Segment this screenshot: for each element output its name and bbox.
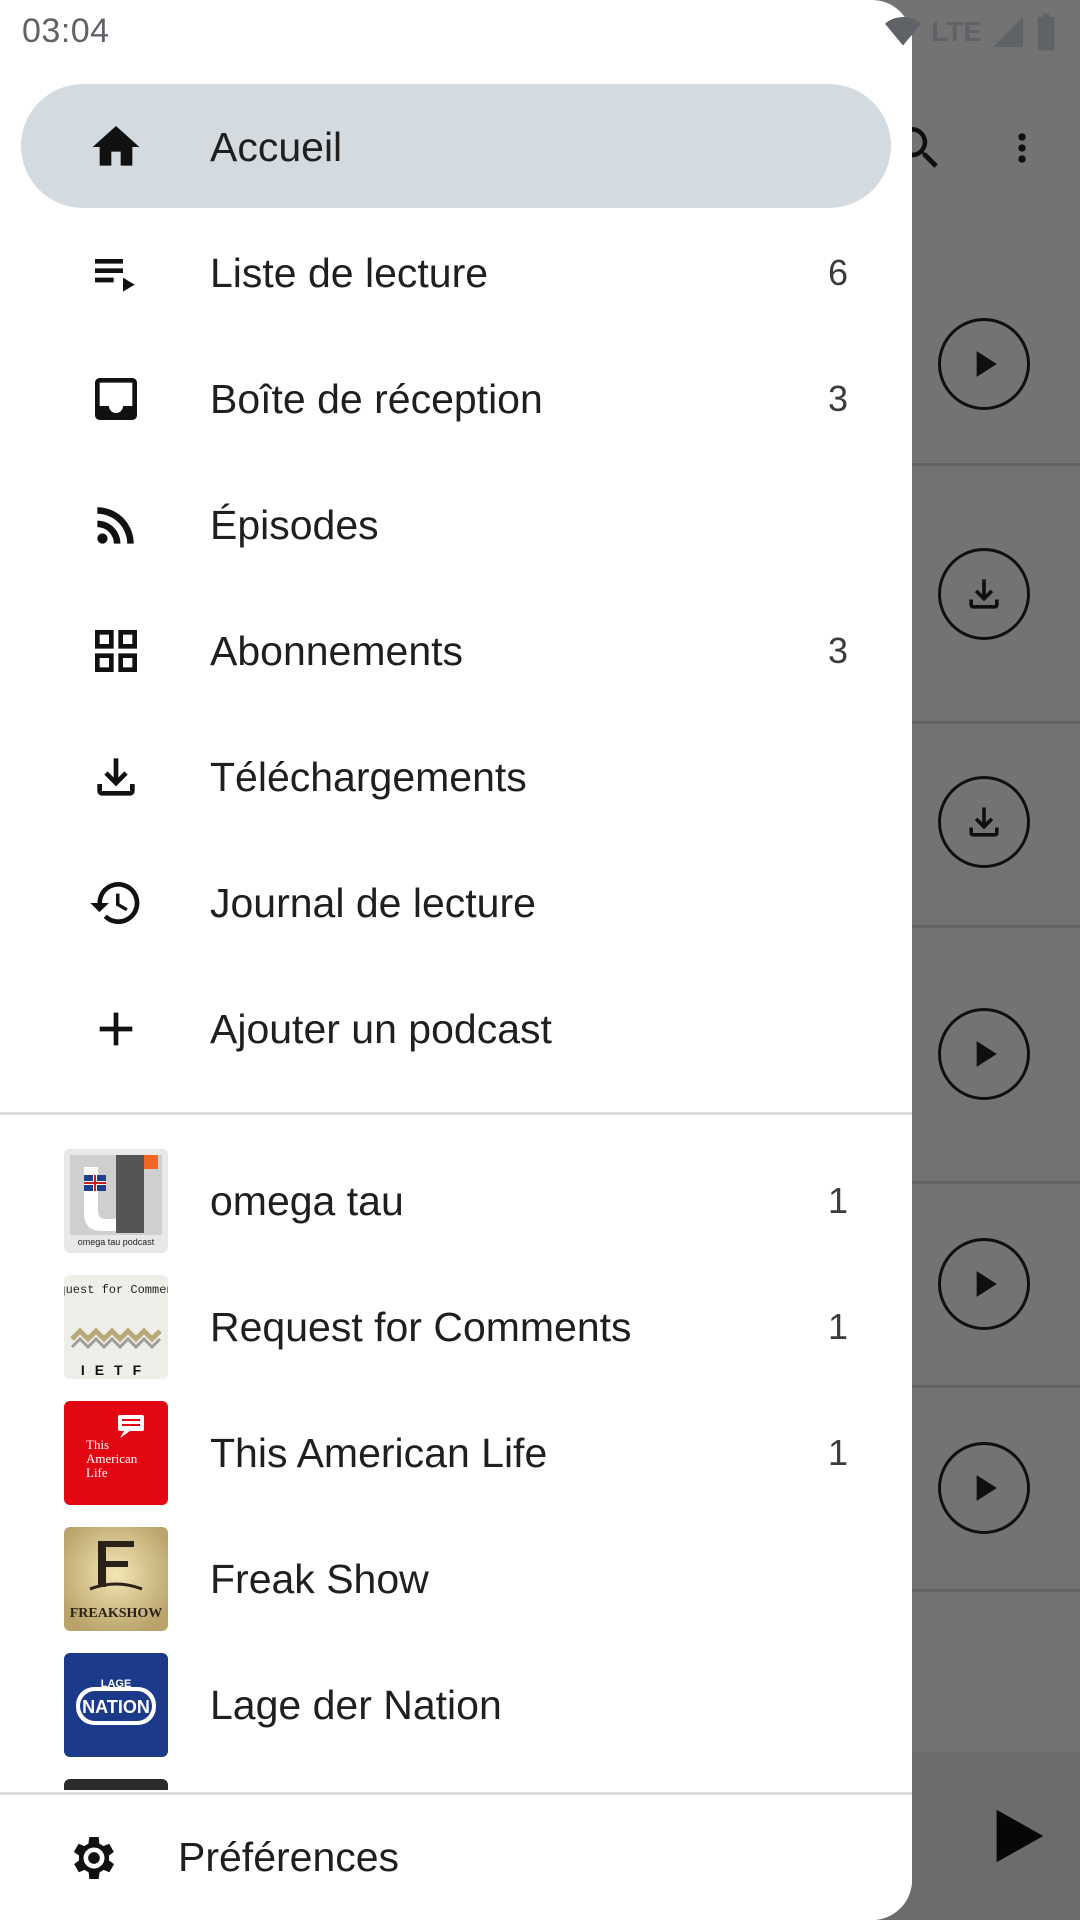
podcast-cover: FREAKSHOW <box>64 1527 168 1631</box>
subscription-item-lage-der-nation[interactable]: LAGE NATION Lage der Nation <box>0 1642 912 1768</box>
podcast-cover: Request for Comments IETF <box>64 1275 168 1379</box>
svg-text:FREAKSHOW: FREAKSHOW <box>70 1606 163 1621</box>
nav-item-label: Ajouter un podcast <box>210 1005 552 1052</box>
svg-text:NATION: NATION <box>82 1697 150 1717</box>
svg-text:American: American <box>86 1451 138 1466</box>
nav-item-playlist[interactable]: Liste de lecture 6 <box>0 210 912 336</box>
nav-item-label: Épisodes <box>210 501 379 548</box>
subscription-item-this-american-life[interactable]: This American Life This American Life 1 <box>0 1390 912 1516</box>
gear-icon <box>66 1830 122 1886</box>
battery-icon <box>1037 13 1055 51</box>
status-bar: 03:04 LTE <box>0 0 1080 64</box>
subscription-list[interactable]: omega tau podcast omega tau 1 Request fo… <box>0 1138 912 1790</box>
count-badge: 1 <box>827 1432 848 1473</box>
download-icon <box>88 749 144 805</box>
subscription-item-partial[interactable] <box>0 1768 912 1790</box>
home-icon <box>88 119 144 175</box>
podcast-cover: This American Life <box>64 1401 168 1505</box>
nav-item-label: Téléchargements <box>210 753 527 800</box>
nav-item-history[interactable]: Journal de lecture <box>0 840 912 966</box>
signal-icon <box>993 17 1023 47</box>
divider <box>0 1112 912 1115</box>
podcast-cover <box>64 1779 168 1790</box>
svg-text:Life: Life <box>86 1465 108 1480</box>
preferences-label: Préférences <box>178 1834 400 1880</box>
nav-item-subscriptions[interactable]: Abonnements 3 <box>0 588 912 714</box>
grid-icon <box>88 623 144 679</box>
nav-item-inbox[interactable]: Boîte de réception 3 <box>0 336 912 462</box>
subscription-title: Freak Show <box>210 1555 429 1602</box>
svg-text:LAGE: LAGE <box>101 1678 132 1690</box>
wifi-icon <box>885 17 922 46</box>
nav-item-label: Liste de lecture <box>210 249 489 296</box>
svg-text:IETF: IETF <box>81 1362 151 1378</box>
navigation-drawer: Accueil Liste de lecture 6 Boîte de réce… <box>0 0 912 1920</box>
subscription-item-request-for-comments[interactable]: Request for Comments IETF Request for Co… <box>0 1264 912 1390</box>
podcast-cover: omega tau podcast <box>64 1149 168 1253</box>
nav-item-label: Accueil <box>210 123 343 170</box>
podcast-cover: LAGE NATION <box>64 1653 168 1757</box>
nav-item-add-podcast[interactable]: Ajouter un podcast <box>0 966 912 1092</box>
count-badge: 3 <box>827 630 848 671</box>
playlist-icon <box>88 245 144 301</box>
nav-item-label: Boîte de réception <box>210 375 543 422</box>
nav-list: Accueil Liste de lecture 6 Boîte de réce… <box>0 84 912 1092</box>
count-badge: 1 <box>827 1180 848 1221</box>
preferences-item[interactable]: Préférences <box>0 1792 912 1920</box>
plus-icon <box>88 1001 144 1057</box>
svg-text:Request for Comments: Request for Comments <box>64 1283 168 1297</box>
nav-item-label: Abonnements <box>210 627 464 674</box>
nav-item-episodes[interactable]: Épisodes <box>0 462 912 588</box>
subscription-item-omega-tau[interactable]: omega tau podcast omega tau 1 <box>0 1138 912 1264</box>
status-icons: LTE <box>883 0 1080 64</box>
nav-item-downloads[interactable]: Téléchargements <box>0 714 912 840</box>
count-badge: 3 <box>827 378 848 419</box>
subscription-title: This American Life <box>210 1429 548 1476</box>
subscription-title: Request for Comments <box>210 1303 632 1350</box>
svg-text:omega tau podcast: omega tau podcast <box>78 1237 155 1247</box>
count-badge: 6 <box>827 252 848 293</box>
status-time: 03:04 <box>22 12 110 50</box>
history-icon <box>88 875 144 931</box>
count-badge: 1 <box>827 1306 848 1347</box>
subscription-title: Lage der Nation <box>210 1681 502 1728</box>
inbox-icon <box>88 371 144 427</box>
nav-item-home[interactable]: Accueil <box>0 84 912 210</box>
rss-icon <box>88 497 144 553</box>
svg-text:This: This <box>86 1437 109 1452</box>
subscription-item-freak-show[interactable]: FREAKSHOW Freak Show <box>0 1516 912 1642</box>
subscription-title: omega tau <box>210 1177 404 1224</box>
nav-item-label: Journal de lecture <box>210 879 536 926</box>
network-type: LTE <box>931 16 982 47</box>
